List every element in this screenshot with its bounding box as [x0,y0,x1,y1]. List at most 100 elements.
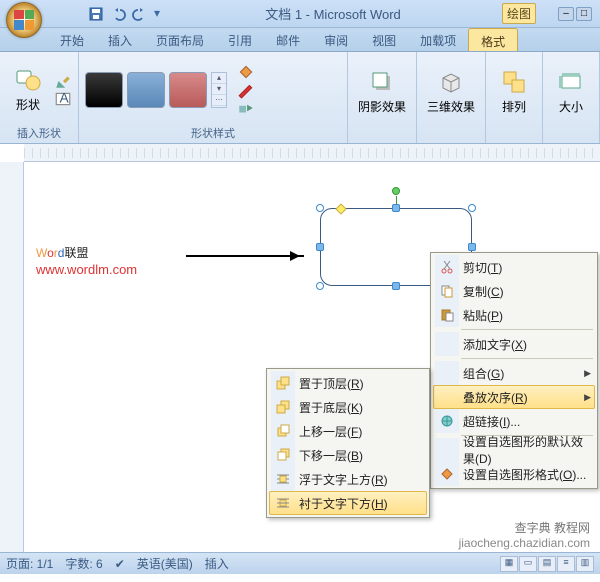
undo-icon[interactable] [110,6,126,22]
resize-handle-l[interactable] [316,243,324,251]
footer-watermark: 查字典 教程网 jiaocheng.chazidian.com [459,521,590,550]
menu-send-backward[interactable]: 下移一层(B) [269,443,427,467]
tab-home[interactable]: 开始 [48,28,96,51]
menu-order-label: 叠放次序(R) [463,389,580,406]
menu-behind-text[interactable]: 衬于文字下方(H) [269,491,427,515]
vertical-ruler[interactable] [0,162,24,556]
shape-outline-icon[interactable] [237,82,255,98]
office-button[interactable] [6,2,42,38]
paste-icon [439,307,455,323]
menu-format-shape-label: 设置自选图形格式(O)... [463,466,591,483]
menu-in-front-text[interactable]: 浮于文字上方(R) [269,467,427,491]
menu-group-label: 组合(G) [463,365,580,382]
outline-view-icon[interactable]: ≡ [557,556,575,572]
resize-handle-tl[interactable] [316,204,324,212]
menu-bring-front[interactable]: 置于顶层(R) [269,371,427,395]
resize-handle-tr[interactable] [468,204,476,212]
shadow-button[interactable]: 阴影效果 [354,66,410,117]
menu-bring-forward[interactable]: 上移一层(F) [269,419,427,443]
group-3d: 三维效果 [417,52,486,143]
menu-bring-front-label: 置于顶层(R) [299,375,423,392]
tab-insert[interactable]: 插入 [96,28,144,51]
menu-separator [461,329,593,330]
textbox-icon[interactable]: A [54,91,72,107]
arrange-icon [500,68,528,96]
shapes-button-label: 形状 [16,96,40,113]
window-buttons: – □ [558,7,592,21]
shape-fill-icon[interactable] [237,64,255,80]
insert-shape-options: A [54,73,72,107]
shapes-icon [14,66,42,94]
menu-copy-label: 复制(C) [463,283,591,300]
3d-button-label: 三维效果 [427,98,475,115]
status-mode[interactable]: 插入 [205,555,229,572]
menu-hyperlink[interactable]: 超链接(I)... [433,409,595,433]
submenu-arrow-icon: ▶ [584,368,591,379]
horizontal-ruler[interactable] [24,144,600,162]
size-button-label: 大小 [559,98,583,115]
submenu-arrow-icon: ▶ [584,392,591,403]
tab-format[interactable]: 格式 [468,28,518,51]
send-back-icon [275,399,291,415]
group-size-label [549,128,593,142]
resize-handle-bl[interactable] [316,282,324,290]
fullscreen-view-icon[interactable]: ▭ [519,556,537,572]
menu-order[interactable]: 叠放次序(R) ▶ [433,385,595,409]
style-swatch-blue[interactable] [127,72,165,108]
menu-add-text[interactable]: 添加文字(X) [433,332,595,356]
menu-send-back[interactable]: 置于底层(K) [269,395,427,419]
edit-shape-icon[interactable] [54,73,72,89]
draft-view-icon[interactable]: ▥ [576,556,594,572]
menu-send-back-label: 置于底层(K) [299,399,423,416]
arrange-button[interactable]: 排列 [492,66,536,117]
tab-review[interactable]: 审阅 [312,28,360,51]
menu-format-shape[interactable]: 设置自选图形格式(O)... [433,462,595,486]
resize-handle-r[interactable] [468,243,476,251]
redo-icon[interactable] [132,6,148,22]
menu-cut-label: 剪切(T) [463,259,591,276]
status-page[interactable]: 页面: 1/1 [6,555,53,572]
tab-addins[interactable]: 加载项 [408,28,468,51]
web-view-icon[interactable]: ▤ [538,556,556,572]
arrange-button-label: 排列 [502,98,526,115]
status-language[interactable]: 英语(美国) [137,555,193,572]
group-shadow: 阴影效果 [348,52,417,143]
footer-site-cn: 查字典 教程网 [459,521,590,535]
3d-button[interactable]: 三维效果 [423,66,479,117]
group-3d-label [423,128,479,142]
save-icon[interactable] [88,6,104,22]
resize-handle-b[interactable] [392,282,400,290]
front-text-icon [275,471,291,487]
change-shape-icon[interactable] [237,100,255,116]
size-button[interactable]: 大小 [549,66,593,117]
adjust-handle[interactable] [335,203,346,214]
behind-text-icon [275,495,291,511]
status-spellcheck-icon[interactable]: ✔ [115,557,125,571]
status-bar: 页面: 1/1 字数: 6 ✔ 英语(美国) 插入 ▦ ▭ ▤ ≡ ▥ [0,552,600,574]
send-backward-icon [275,447,291,463]
menu-paste[interactable]: 粘贴(P) [433,303,595,327]
context-menu-order: 置于顶层(R) 置于底层(K) 上移一层(F) 下移一层(B) 浮于文字上方(R… [266,368,430,518]
tab-mailings[interactable]: 邮件 [264,28,312,51]
resize-handle-t[interactable] [392,204,400,212]
styles-more-button[interactable]: ▴▾⋯ [211,72,227,108]
menu-group[interactable]: 组合(G) ▶ [433,361,595,385]
rotation-handle[interactable] [392,187,400,195]
print-layout-view-icon[interactable]: ▦ [500,556,518,572]
minimize-button[interactable]: – [558,7,574,21]
style-swatch-dark[interactable] [85,72,123,108]
menu-copy[interactable]: 复制(C) [433,279,595,303]
menu-set-default[interactable]: 设置自选图形的默认效果(D) [433,438,595,462]
tab-references[interactable]: 引用 [216,28,264,51]
qat-customize-icon[interactable]: ▾ [154,6,164,22]
restore-button[interactable]: □ [576,7,592,21]
menu-bring-forward-label: 上移一层(F) [299,423,423,440]
tab-view[interactable]: 视图 [360,28,408,51]
style-swatch-red[interactable] [169,72,207,108]
menu-cut[interactable]: 剪切(T) [433,255,595,279]
arrow-shape[interactable] [186,255,304,257]
style-options [237,64,255,116]
tab-page-layout[interactable]: 页面布局 [144,28,216,51]
status-words[interactable]: 字数: 6 [65,555,102,572]
shapes-button[interactable]: 形状 [6,64,50,115]
